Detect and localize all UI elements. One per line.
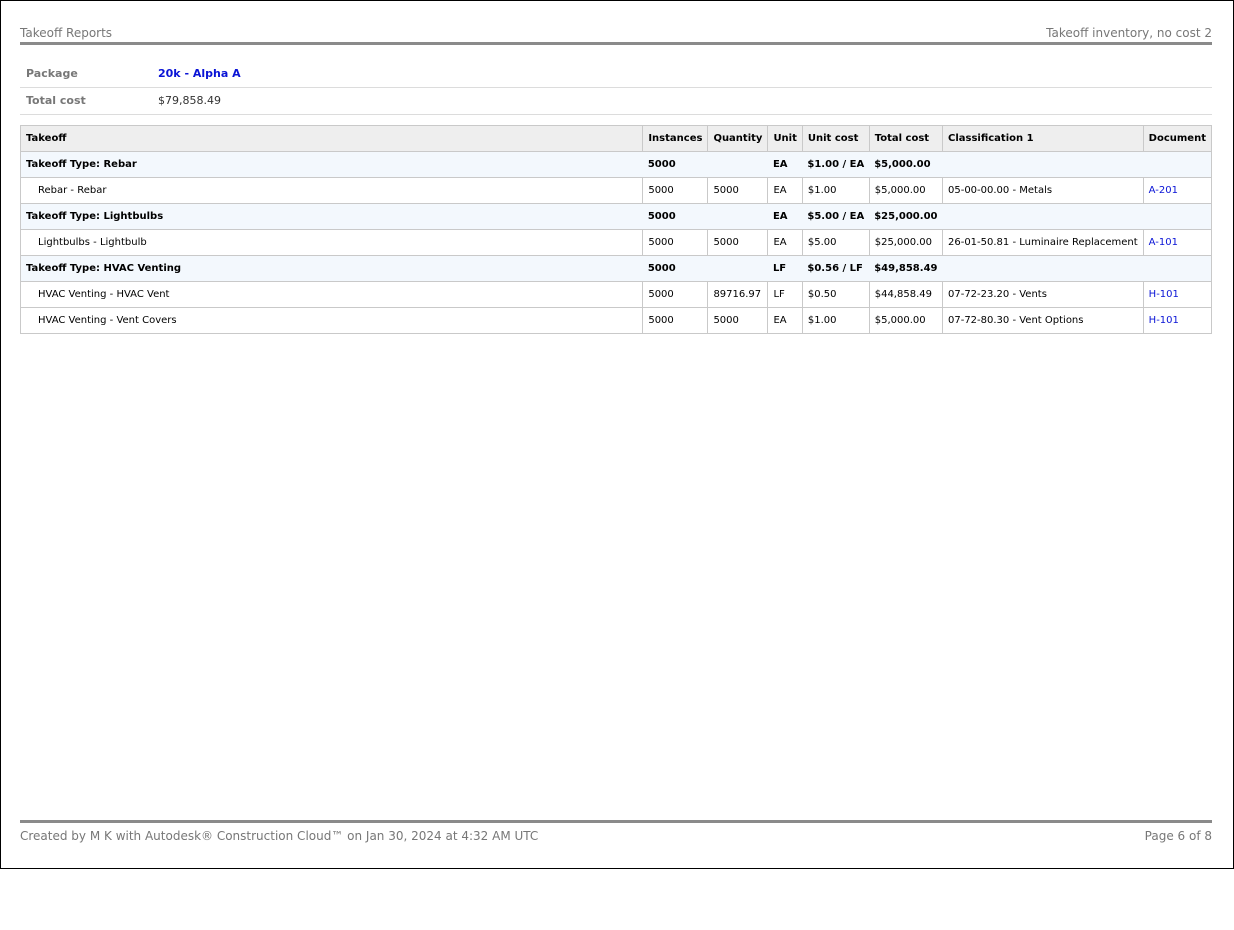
quantity-cell [707,203,768,230]
group-name: Takeoff Type: Lightbulbs [19,203,643,230]
classification-cell: 26-01-50.81 - Luminaire Replacement [941,229,1144,256]
instances-cell: 5000 [642,255,708,282]
col-header-document: Document [1142,125,1213,152]
classification-cell [942,151,1144,178]
unit-cost-cell: $1.00 [801,177,870,204]
quantity-cell: 5000 [707,177,769,204]
col-header-unit: Unit [767,125,803,152]
table-row: HVAC Venting - HVAC Vent 5000 89716.97 L… [19,281,1213,308]
document-cell [1143,255,1213,282]
unit-cell: LF [767,281,803,308]
classification-cell: 05-00-00.00 - Metals [941,177,1144,204]
document-cell [1143,203,1213,230]
table-row: Lightbulbs - Lightbulb 5000 5000 EA $5.0… [19,229,1213,256]
unit-cell: EA [767,229,803,256]
total-cost-row: Total cost $79,858.49 [20,88,1212,115]
total-cost-cell: $5,000.00 [868,177,943,204]
instances-cell: 5000 [642,229,709,256]
report-page: Takeoff Reports Takeoff inventory, no co… [0,0,1234,869]
total-cost-cell: $44,858.49 [868,281,943,308]
classification-cell: 07-72-23.20 - Vents [941,281,1144,308]
col-header-quantity: Quantity [707,125,769,152]
document-link[interactable]: H-101 [1142,307,1213,334]
total-cost-cell: $5,000.00 [868,307,943,334]
instances-cell: 5000 [642,151,708,178]
unit-cell: EA [767,177,803,204]
classification-cell: 07-72-80.30 - Vent Options [941,307,1144,334]
document-link[interactable]: A-201 [1142,177,1213,204]
total-cost-cell: $5,000.00 [869,151,943,178]
package-link[interactable]: 20k - Alpha A [158,67,241,80]
document-link[interactable]: H-101 [1142,281,1213,308]
classification-cell [942,203,1144,230]
instances-cell: 5000 [642,281,709,308]
unit-cost-cell: $0.50 [801,281,870,308]
total-cost-label: Total cost [26,94,86,107]
footer-divider [20,820,1212,823]
col-header-total-cost: Total cost [868,125,943,152]
col-header-unit-cost: Unit cost [801,125,870,152]
report-title: Takeoff Reports [20,26,113,40]
takeoff-name: Rebar - Rebar [19,177,644,204]
page-footer: Created by M K with Autodesk® Constructi… [20,829,1212,845]
page-number: Page 6 of 8 [1144,829,1212,843]
report-subtitle: Takeoff inventory, no cost 2 [1046,26,1212,40]
total-cost-cell: $49,858.49 [869,255,943,282]
summary-block: Package 20k - Alpha A Total cost $79,858… [20,61,1212,115]
package-label: Package [26,67,78,80]
quantity-cell: 5000 [707,229,769,256]
col-header-takeoff: Takeoff [19,125,644,152]
unit-cell: EA [767,151,803,178]
table-row: HVAC Venting - Vent Covers 5000 5000 EA … [19,307,1213,334]
document-link[interactable]: A-101 [1142,229,1213,256]
takeoff-table: Takeoff Instances Quantity Unit Unit cos… [19,125,1213,334]
group-row-rebar: Takeoff Type: Rebar 5000 EA $1.00 / EA $… [19,151,1213,178]
quantity-cell: 89716.97 [707,281,769,308]
group-row-lightbulbs: Takeoff Type: Lightbulbs 5000 EA $5.00 /… [19,203,1213,230]
unit-cost-cell: $0.56 / LF [802,255,870,282]
group-name: Takeoff Type: HVAC Venting [19,255,643,282]
header-divider [20,42,1212,45]
total-cost-value: $79,858.49 [158,94,221,107]
takeoff-name: HVAC Venting - Vent Covers [19,307,644,334]
instances-cell: 5000 [642,307,709,334]
unit-cost-cell: $1.00 [801,307,870,334]
unit-cost-cell: $5.00 / EA [802,203,870,230]
unit-cell: EA [767,203,803,230]
col-header-instances: Instances [642,125,709,152]
quantity-cell [707,255,768,282]
group-name: Takeoff Type: Rebar [19,151,643,178]
takeoff-name: Lightbulbs - Lightbulb [19,229,644,256]
quantity-cell: 5000 [707,307,769,334]
page-header: Takeoff Reports Takeoff inventory, no co… [20,26,1212,42]
unit-cell: EA [767,307,803,334]
instances-cell: 5000 [642,177,709,204]
unit-cost-cell: $1.00 / EA [802,151,870,178]
total-cost-cell: $25,000.00 [869,203,943,230]
col-header-classification: Classification 1 [941,125,1144,152]
unit-cost-cell: $5.00 [801,229,870,256]
quantity-cell [707,151,768,178]
package-row: Package 20k - Alpha A [20,61,1212,88]
group-row-hvac-venting: Takeoff Type: HVAC Venting 5000 LF $0.56… [19,255,1213,282]
takeoff-name: HVAC Venting - HVAC Vent [19,281,644,308]
unit-cell: LF [767,255,803,282]
total-cost-cell: $25,000.00 [868,229,943,256]
table-row: Rebar - Rebar 5000 5000 EA $1.00 $5,000.… [19,177,1213,204]
document-cell [1143,151,1213,178]
instances-cell: 5000 [642,203,708,230]
table-header-row: Takeoff Instances Quantity Unit Unit cos… [19,125,1213,152]
classification-cell [942,255,1144,282]
created-by-text: Created by M K with Autodesk® Constructi… [20,829,539,843]
